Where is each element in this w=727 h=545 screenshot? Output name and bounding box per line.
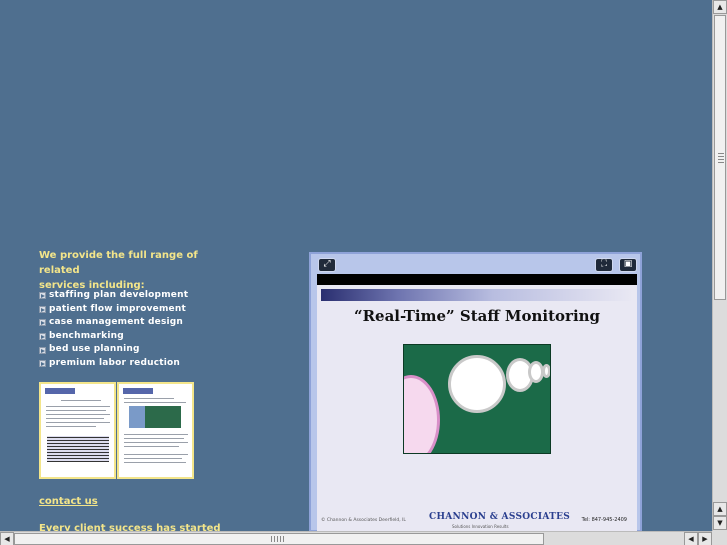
thumbnail-logo xyxy=(45,388,75,394)
slide-footer-subtitle: Solutions Innovation Results xyxy=(452,524,509,529)
fit-screen-icon[interactable]: ⛶ xyxy=(595,258,613,272)
arrow-bullet-icon xyxy=(39,333,46,341)
intro-line-1: We provide the full range of related xyxy=(39,250,198,276)
intro-text: We provide the full range of related ser… xyxy=(39,248,239,293)
list-item: bed use planning xyxy=(39,343,188,357)
slide-footer-copyright: © Channon & Associates Deerfield, IL xyxy=(321,518,406,523)
arrow-bullet-icon xyxy=(39,305,46,313)
services-list: staffing plan development patient flow i… xyxy=(39,289,188,371)
arrow-bullet-icon xyxy=(39,360,46,368)
slide-footer-logo: CHANNON & ASSOCIATES xyxy=(429,512,571,522)
scroll-up-icon[interactable]: ▲ xyxy=(713,502,727,516)
scroll-right-icon[interactable]: ▶ xyxy=(698,532,712,545)
horizontal-scroll-thumb[interactable] xyxy=(14,533,544,545)
arrow-bullet-icon xyxy=(39,346,46,354)
scrollbar-corner xyxy=(712,531,727,545)
brochure-thumbnail-2[interactable] xyxy=(117,382,194,479)
scroll-left-icon[interactable]: ◀ xyxy=(684,532,698,545)
scroll-left-icon[interactable]: ◀ xyxy=(0,532,14,545)
arrow-bullet-icon xyxy=(39,319,46,327)
thumbnail-table xyxy=(47,436,109,462)
thumbnail-image xyxy=(129,406,145,428)
slide-viewer: ⤢ ⛶ ▣ “Real-Time” Staff Monitoring © Cha… xyxy=(309,252,642,532)
scroll-down-icon[interactable]: ▼ xyxy=(713,516,727,530)
horizontal-scrollbar[interactable]: ◀ ◀ ▶ xyxy=(0,531,712,545)
list-item: premium labor reduction xyxy=(39,357,188,371)
brochure-thumbnail-1[interactable] xyxy=(39,382,116,479)
arrow-bullet-icon xyxy=(39,292,46,300)
window-icon[interactable]: ▣ xyxy=(619,258,637,272)
list-item: case management design xyxy=(39,316,188,330)
slide-footer-phone: Tel: 847-945-2409 xyxy=(581,517,627,523)
slide-content: “Real-Time” Staff Monitoring © Channon &… xyxy=(317,285,637,532)
vertical-scroll-thumb[interactable] xyxy=(714,15,726,300)
vertical-scrollbar[interactable]: ▲ ▲ ▼ xyxy=(712,0,727,531)
clock-icon xyxy=(542,364,550,378)
slide-header-bar xyxy=(321,289,633,301)
list-item: patient flow improvement xyxy=(39,303,188,317)
contact-us-link[interactable]: contact us xyxy=(39,496,98,507)
clock-icon xyxy=(448,355,506,413)
slide: “Real-Time” Staff Monitoring © Channon &… xyxy=(317,274,637,532)
slide-title: “Real-Time” Staff Monitoring xyxy=(353,307,601,325)
scroll-up-icon[interactable]: ▲ xyxy=(713,0,727,14)
thumbnail-logo xyxy=(123,388,153,394)
list-item: staffing plan development xyxy=(39,289,188,303)
clocks-image xyxy=(403,344,551,454)
expand-icon[interactable]: ⤢ xyxy=(318,258,336,272)
list-item: benchmarking xyxy=(39,330,188,344)
clock-icon xyxy=(404,375,440,453)
